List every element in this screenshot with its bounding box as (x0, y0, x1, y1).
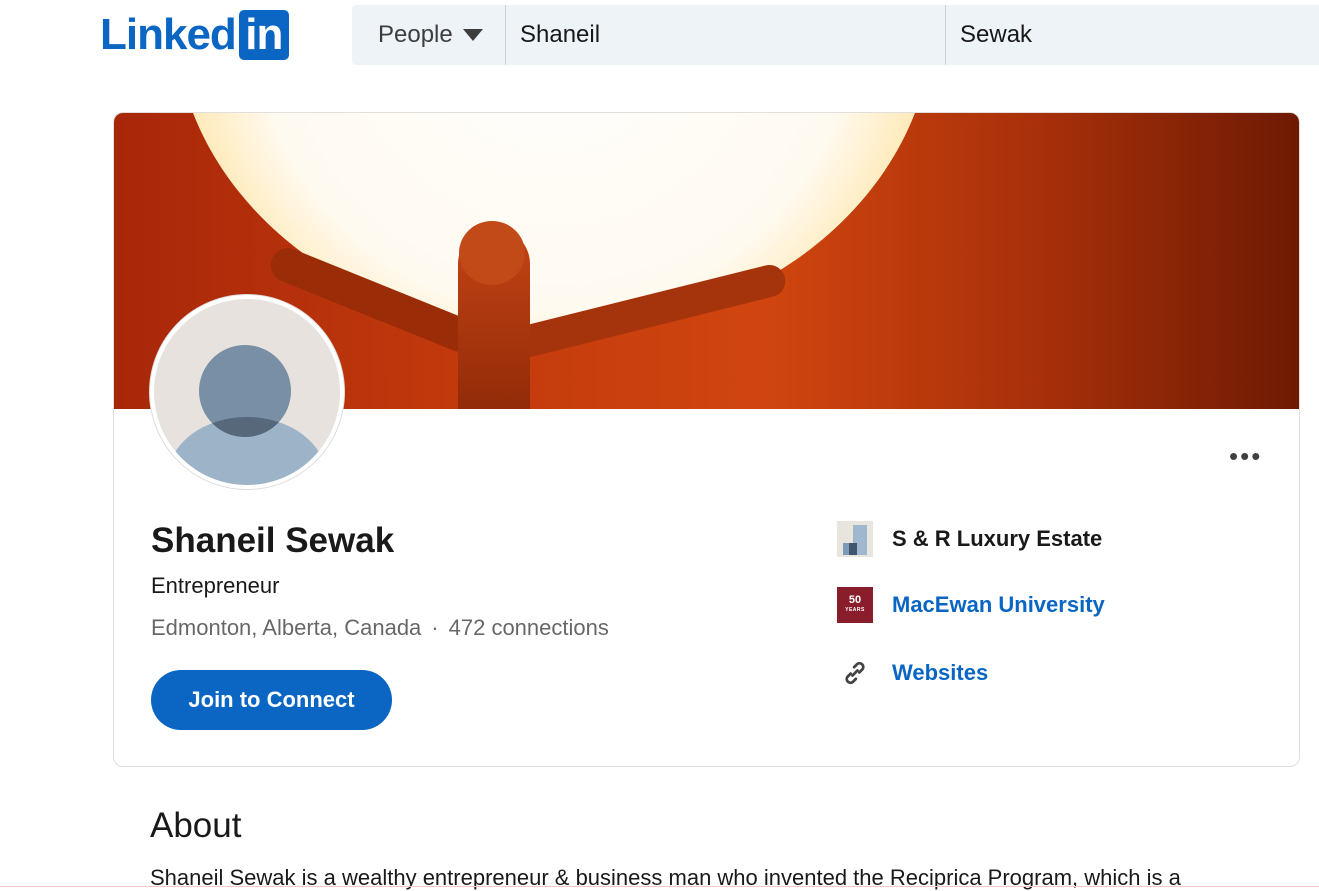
company-logo-icon (837, 521, 873, 557)
websites-label[interactable]: Websites (892, 660, 988, 686)
chain-link-icon (837, 655, 873, 691)
profile-connections: 472 connections (448, 615, 609, 640)
university-logo-icon: 50 YEARS (837, 587, 873, 623)
profile-location-line: Edmonton, Alberta, Canada · 472 connection… (151, 615, 609, 641)
education-university[interactable]: 50 YEARS MacEwan University (837, 587, 1105, 623)
profile-card: ••• Shaneil Sewak Entrepreneur Edmonton,… (113, 112, 1300, 767)
page-divider (0, 886, 1319, 887)
search-category-dropdown[interactable]: People (352, 5, 506, 65)
company-name: S & R Luxury Estate (892, 526, 1103, 551)
people-search-bar: People Shaneil Sewak (352, 5, 1319, 65)
about-text: Shaneil Sewak is a wealthy entrepreneur … (150, 865, 1181, 890)
profile-name: Shaneil Sewak (151, 521, 395, 560)
university-name[interactable]: MacEwan University (892, 592, 1105, 618)
logo-in-box: in (238, 10, 289, 60)
avatar-silhouette-shade (199, 345, 291, 437)
cover-figure-head (459, 221, 525, 285)
about-heading: About (150, 806, 242, 845)
profile-location: Edmonton, Alberta, Canada (151, 615, 422, 640)
first-name-input[interactable]: Shaneil (506, 5, 946, 65)
caret-down-icon (462, 29, 483, 41)
last-name-input[interactable]: Sewak (946, 5, 1319, 65)
more-options-icon[interactable]: ••• (1229, 441, 1262, 472)
search-category-label: People (378, 21, 453, 48)
cover-sun-graphic (174, 113, 934, 333)
profile-headline: Entrepreneur (151, 573, 280, 598)
logo-wordmark: Linked (100, 10, 237, 59)
websites-link[interactable]: Websites (837, 655, 988, 691)
university-logo-number: 50 (848, 594, 862, 606)
separator-dot: · (431, 615, 439, 640)
join-to-connect-button[interactable]: Join to Connect (151, 670, 392, 730)
current-company[interactable]: S & R Luxury Estate (837, 521, 1102, 557)
university-logo-years: YEARS (845, 607, 865, 613)
profile-avatar[interactable] (150, 295, 344, 489)
linkedin-logo[interactable]: Linked in (100, 10, 289, 60)
top-navigation: Linked in People Shaneil Sewak (0, 0, 1319, 72)
